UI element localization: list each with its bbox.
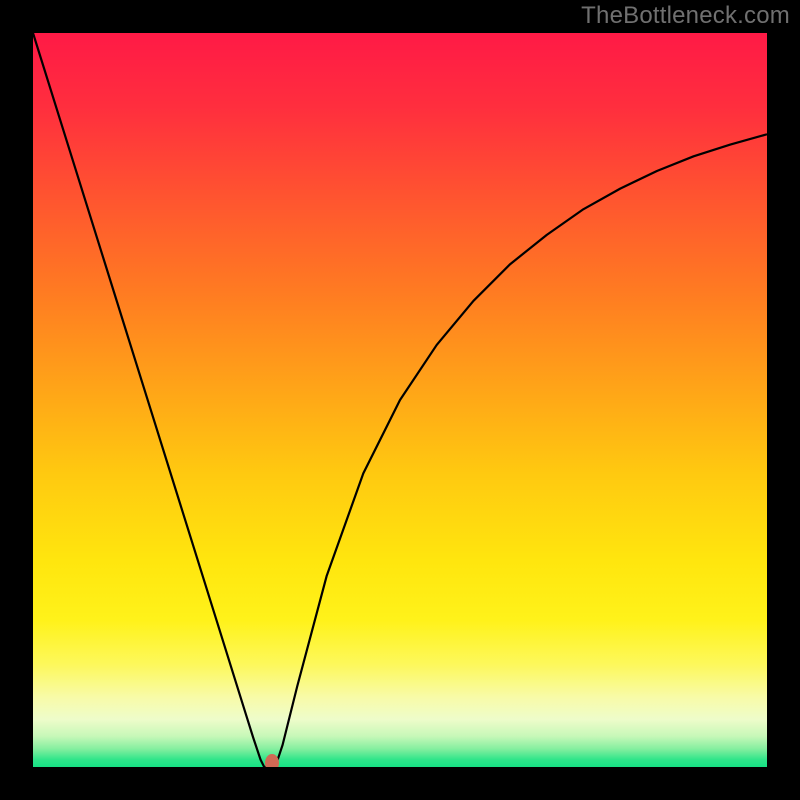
optimal-point-marker bbox=[265, 754, 279, 767]
bottleneck-curve bbox=[33, 33, 767, 767]
watermark-text: TheBottleneck.com bbox=[581, 2, 790, 30]
chart-frame: TheBottleneck.com bbox=[0, 0, 800, 800]
plot-area bbox=[33, 33, 767, 767]
